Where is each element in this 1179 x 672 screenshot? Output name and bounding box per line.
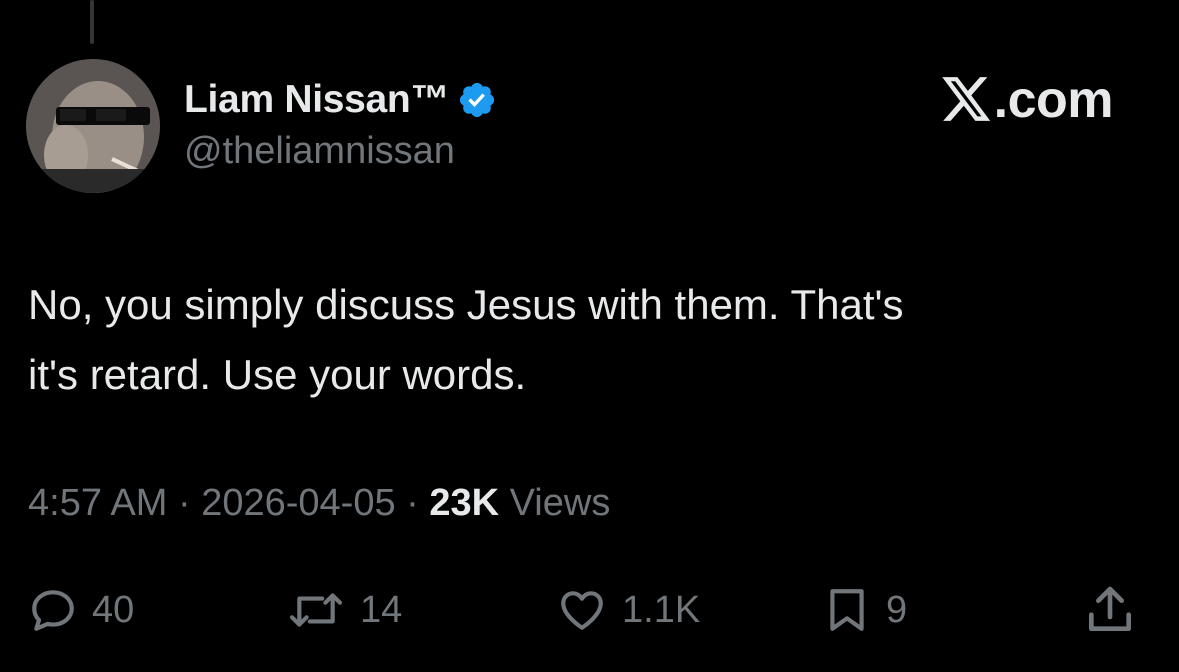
share-button[interactable] — [1082, 580, 1138, 640]
reply-icon — [28, 585, 78, 635]
like-count: 1.1K — [622, 588, 701, 631]
bookmark-icon — [822, 585, 872, 635]
repost-button[interactable]: 14 — [286, 580, 402, 640]
x-logo-icon — [941, 77, 992, 123]
x-com-logo: .com — [941, 70, 1114, 130]
verified-badge-icon — [457, 80, 497, 120]
share-icon — [1082, 582, 1138, 638]
tweet-text: No, you simply discuss Jesus with them. … — [28, 270, 1148, 410]
like-button[interactable]: 1.1K — [556, 580, 700, 640]
tweet-time[interactable]: 4:57 AM — [28, 482, 167, 524]
views-count: 23K — [429, 482, 500, 524]
heart-icon — [556, 585, 608, 635]
author-name-row: Liam Nissan™ — [184, 76, 497, 124]
meta-separator: · — [395, 482, 430, 524]
reply-button[interactable]: 40 — [28, 580, 134, 640]
thread-connector-line — [90, 0, 94, 44]
avatar[interactable] — [26, 59, 160, 193]
tweet-date[interactable]: 2026-04-05 — [201, 482, 395, 524]
bookmark-count: 9 — [886, 588, 908, 631]
tweet-meta: 4:57 AM · 2026-04-05 · 23K Views — [28, 482, 610, 525]
author-handle[interactable]: @theliamnissan — [184, 130, 455, 173]
avatar-photo — [26, 59, 160, 193]
repost-icon — [286, 585, 346, 635]
tweet-text-line: it's retard. Use your words. — [28, 351, 527, 398]
x-com-logo-text: .com — [993, 71, 1114, 129]
author-display-name[interactable]: Liam Nissan™ — [184, 78, 449, 122]
tweet-actions: 40 14 1.1K 9 — [0, 580, 1179, 640]
repost-count: 14 — [360, 588, 403, 631]
tweet-text-line: No, you simply discuss Jesus with them. … — [28, 281, 904, 328]
views-label: Views — [499, 482, 611, 524]
reply-count: 40 — [92, 588, 135, 631]
bookmark-button[interactable]: 9 — [822, 580, 907, 640]
meta-separator: · — [167, 482, 202, 524]
